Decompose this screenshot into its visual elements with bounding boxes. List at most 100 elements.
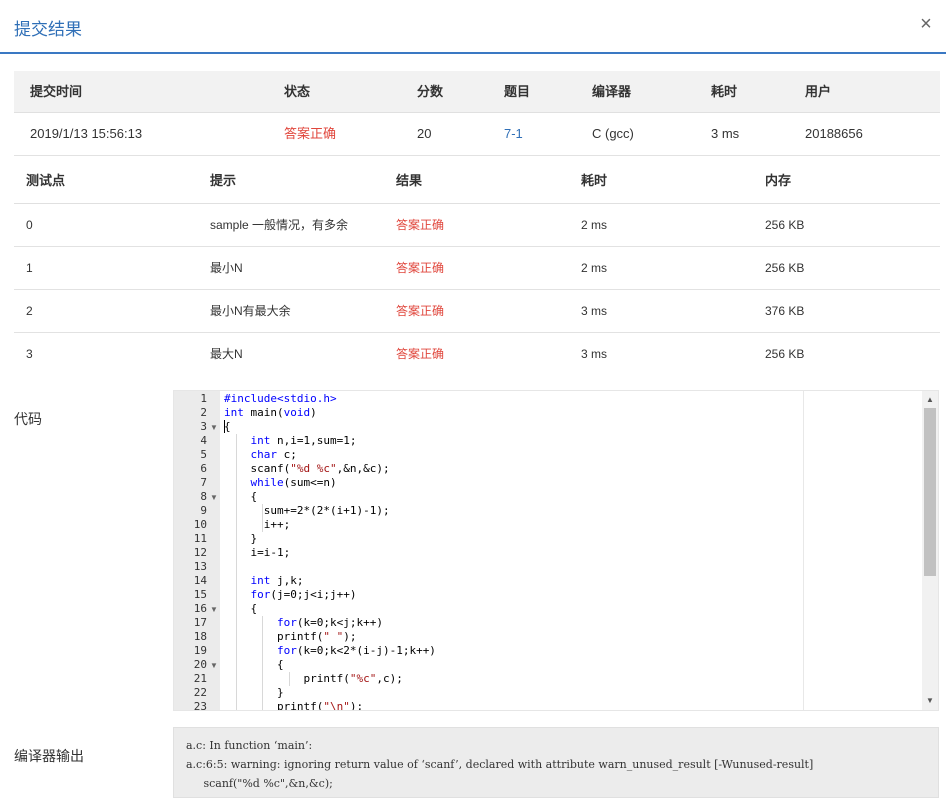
- user-id: 20188656: [805, 126, 863, 141]
- line-number: 23: [193, 700, 207, 711]
- test-result: 答案正确: [396, 218, 445, 232]
- code-line: int main(void): [224, 406, 317, 419]
- fold-arrow-icon[interactable]: ▼: [210, 423, 218, 432]
- fold-arrow-icon[interactable]: ▼: [210, 493, 218, 502]
- dialog-header: 提交结果 ×: [0, 0, 946, 54]
- close-icon[interactable]: ×: [914, 12, 938, 36]
- table-row: 1 最小N 答案正确 2 ms 256 KB: [14, 247, 940, 290]
- scrollbar-thumb[interactable]: [924, 408, 936, 576]
- test-memory: 376 KB: [765, 304, 805, 318]
- compiler-output-label: 编译器输出: [14, 748, 84, 764]
- problem-link[interactable]: 7-1: [504, 113, 523, 155]
- line-number: 16: [193, 602, 207, 615]
- line-number: 19: [193, 644, 207, 657]
- header-compiler: 编译器: [592, 84, 632, 99]
- test-point: 1: [26, 261, 33, 275]
- tests-header-row: 测试点 提示 结果 耗时 内存: [14, 157, 940, 204]
- line-number: 5: [200, 448, 207, 461]
- header-score: 分数: [417, 84, 444, 99]
- test-time: 2 ms: [581, 261, 608, 275]
- table-row: 0 sample 一般情况，有多余 答案正确 2 ms 256 KB: [14, 204, 940, 247]
- line-number: 21: [193, 672, 207, 685]
- indent-guide: [289, 672, 290, 686]
- elapsed-time: 3 ms: [711, 126, 740, 141]
- summary-header-row: 提交时间 状态 分数 题目 编译器 耗时 用户: [14, 71, 940, 113]
- test-point: 3: [26, 347, 33, 361]
- test-time: 3 ms: [581, 347, 608, 361]
- code-line: }: [224, 532, 258, 545]
- test-memory: 256 KB: [765, 347, 805, 361]
- scroll-up-icon[interactable]: ▲: [922, 393, 938, 407]
- line-number: 17: [193, 616, 207, 629]
- compiler-output-text: a.c: In function ‘main’: a.c:6:5: warnin…: [186, 739, 814, 797]
- submission-summary-table: 提交时间 状态 分数 题目 编译器 耗时 用户 2019/1/13 15:56:…: [14, 71, 940, 156]
- test-hint: 最小N有最大余: [210, 304, 291, 318]
- test-point: 2: [26, 304, 33, 318]
- line-number: 10: [193, 518, 207, 531]
- header-problem: 题目: [504, 84, 531, 99]
- line-number: 2: [200, 406, 207, 419]
- fold-arrow-icon[interactable]: ▼: [210, 605, 218, 614]
- test-hint: 最小N: [210, 261, 243, 275]
- code-line: sum+=2*(2*(i+1)-1);: [224, 504, 390, 517]
- test-hint: 最大N: [210, 347, 243, 361]
- line-number: 7: [200, 476, 207, 489]
- code-line: i++;: [224, 518, 291, 531]
- text-cursor: [224, 420, 225, 433]
- code-line: scanf("%d %c",&n,&c);: [224, 462, 390, 475]
- scroll-down-icon[interactable]: ▼: [922, 694, 938, 708]
- line-number: 14: [193, 574, 207, 587]
- test-result: 答案正确: [396, 347, 445, 361]
- code-label: 代码: [14, 411, 42, 427]
- line-number: 3: [200, 420, 207, 433]
- line-number: 13: [193, 560, 207, 573]
- header-submit-time: 提交时间: [30, 84, 83, 99]
- header-time: 耗时: [581, 173, 608, 188]
- test-time: 2 ms: [581, 218, 608, 232]
- fold-arrow-icon[interactable]: ▼: [210, 661, 218, 670]
- submit-time: 2019/1/13 15:56:13: [30, 126, 143, 141]
- status-badge: 答案正确: [284, 126, 337, 141]
- compiler: C (gcc): [592, 126, 634, 141]
- test-result: 答案正确: [396, 261, 445, 275]
- code-line: }: [224, 686, 284, 699]
- test-point: 0: [26, 218, 33, 232]
- table-row: 3 最大N 答案正确 3 ms 256 KB: [14, 333, 940, 376]
- code-line: for(j=0;j<i;j++): [250, 588, 357, 601]
- test-cases-table: 测试点 提示 结果 耗时 内存 0 sample 一般情况，有多余 答案正确 2…: [14, 157, 940, 376]
- line-number: 1: [200, 392, 207, 405]
- code-line: #include<stdio.h>: [224, 392, 337, 405]
- code-line: while(sum<=n): [250, 476, 337, 489]
- summary-row: 2019/1/13 15:56:13 答案正确 20 7-1 C (gcc) 3…: [14, 113, 940, 156]
- indent-guide: [262, 616, 263, 710]
- code-line: for(k=0;k<j;k++): [276, 616, 383, 629]
- test-time: 3 ms: [581, 304, 608, 318]
- line-number: 22: [193, 686, 207, 699]
- line-number: 4: [200, 434, 207, 447]
- test-hint: sample 一般情况，有多余: [210, 218, 349, 232]
- line-number: 9: [200, 504, 207, 517]
- code-line: char c;: [250, 448, 297, 461]
- code-content[interactable]: #include<stdio.h> int main(void) { int n,i…: [224, 391, 922, 710]
- line-number-gutter: 1 2 3 ▼ 4 5 6 7 8 ▼ 9 10 11 12 13 14 15 16 ▼ 17 18 19 20 ▼ 21 22 2…: [174, 391, 220, 710]
- line-number: 20: [193, 658, 207, 671]
- code-line: i=i-1;: [224, 546, 291, 559]
- code-line: printf("\n");: [224, 700, 364, 710]
- line-number: 12: [193, 546, 207, 559]
- code-editor[interactable]: 1 2 3 ▼ 4 5 6 7 8 ▼ 9 10 11 12 13 14 15 16 ▼ 17 18 19 20 ▼ 21 22 2…: [173, 390, 939, 711]
- line-number: 6: [200, 462, 207, 475]
- line-number: 11: [193, 532, 207, 545]
- line-number: 15: [193, 588, 207, 601]
- line-number: 8: [200, 490, 207, 503]
- compiler-output: a.c: In function ‘main’: a.c:6:5: warnin…: [173, 727, 939, 798]
- test-memory: 256 KB: [765, 218, 805, 232]
- test-memory: 256 KB: [765, 261, 805, 275]
- header-result: 结果: [396, 173, 423, 188]
- vertical-scrollbar[interactable]: ▲ ▼: [922, 391, 938, 710]
- header-time: 耗时: [711, 84, 738, 99]
- header-memory: 内存: [765, 173, 792, 188]
- header-hint: 提示: [210, 173, 237, 188]
- indent-guide: [262, 504, 263, 532]
- header-status: 状态: [284, 84, 311, 99]
- table-row: 2 最小N有最大余 答案正确 3 ms 376 KB: [14, 290, 940, 333]
